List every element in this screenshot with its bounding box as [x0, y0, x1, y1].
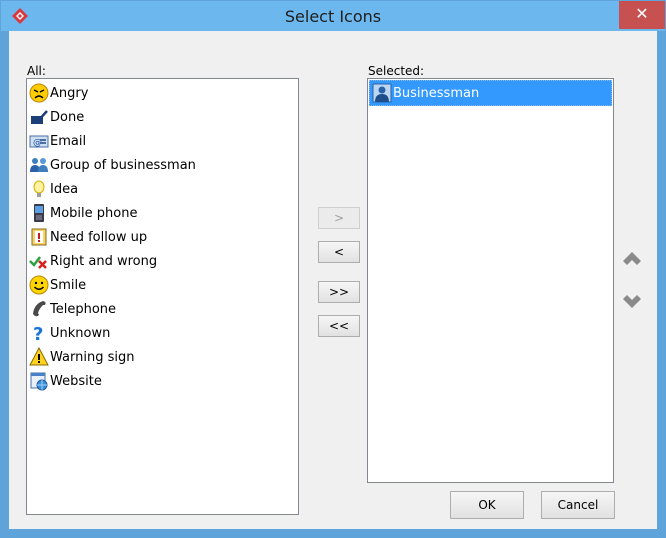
close-button[interactable]: ✕	[619, 1, 665, 29]
list-item[interactable]: Group of businessman	[27, 153, 298, 177]
list-item[interactable]: Idea	[27, 177, 298, 201]
smile-icon	[29, 275, 49, 295]
list-item[interactable]: Warning sign	[27, 345, 298, 369]
move-up-icon[interactable]	[621, 249, 643, 269]
list-item[interactable]: Smile	[27, 273, 298, 297]
remove-all-button[interactable]: <<	[318, 315, 360, 337]
list-item-selected[interactable]: Businessman	[369, 80, 612, 106]
ok-button[interactable]: OK	[450, 491, 524, 519]
telephone-icon	[29, 299, 49, 319]
item-label: Mobile phone	[50, 205, 138, 221]
angry-icon	[29, 83, 49, 103]
move-down-icon[interactable]	[621, 291, 643, 311]
dialog-body: All: Angry Done @ Email Group of busines…	[9, 31, 657, 529]
list-item[interactable]: Mobile phone	[27, 201, 298, 225]
item-label: Telephone	[50, 301, 117, 317]
warning-icon	[29, 347, 49, 367]
item-label: Group of businessman	[50, 157, 196, 173]
list-item[interactable]: Angry	[27, 81, 298, 105]
item-label: Warning sign	[50, 349, 135, 365]
svg-text:?: ?	[33, 324, 43, 343]
item-label: Need follow up	[50, 229, 148, 245]
title-bar[interactable]: Select Icons ✕	[1, 1, 665, 31]
businessman-icon	[372, 83, 392, 103]
all-list-label: All:	[27, 64, 46, 78]
follow-up-icon	[29, 227, 49, 247]
list-item[interactable]: ? Unknown	[27, 321, 298, 345]
window-title: Select Icons	[284, 7, 382, 26]
item-label: Angry	[50, 85, 89, 101]
item-label: Unknown	[50, 325, 111, 341]
checkmark-icon	[29, 107, 49, 127]
lightbulb-icon	[29, 179, 49, 199]
list-item[interactable]: Website	[27, 369, 298, 393]
all-icons-list[interactable]: Angry Done @ Email Group of businessman …	[26, 78, 299, 515]
website-icon	[29, 371, 49, 391]
selected-list-label: Selected:	[368, 64, 425, 78]
list-item[interactable]: Telephone	[27, 297, 298, 321]
mobile-phone-icon	[29, 203, 49, 223]
selected-icons-list[interactable]: Businessman	[367, 78, 614, 483]
item-label: Idea	[50, 181, 79, 197]
cancel-button[interactable]: Cancel	[541, 491, 615, 519]
add-button[interactable]: >	[318, 207, 360, 229]
item-label: Businessman	[393, 85, 480, 101]
item-label: Done	[50, 109, 85, 125]
group-icon	[29, 155, 49, 175]
remove-button[interactable]: <	[318, 241, 360, 263]
list-item[interactable]: Done	[27, 105, 298, 129]
email-icon: @	[29, 131, 49, 151]
item-label: Smile	[50, 277, 87, 293]
item-label: Email	[50, 133, 87, 149]
item-label: Right and wrong	[50, 253, 158, 269]
question-icon: ?	[29, 323, 49, 343]
add-all-button[interactable]: >>	[318, 281, 360, 303]
item-label: Website	[50, 373, 102, 389]
dialog-window: Select Icons ✕ All: Angry Done @ Email G…	[0, 0, 666, 538]
right-wrong-icon	[29, 251, 49, 271]
list-item[interactable]: Right and wrong	[27, 249, 298, 273]
list-item[interactable]: Need follow up	[27, 225, 298, 249]
list-item[interactable]: @ Email	[27, 129, 298, 153]
